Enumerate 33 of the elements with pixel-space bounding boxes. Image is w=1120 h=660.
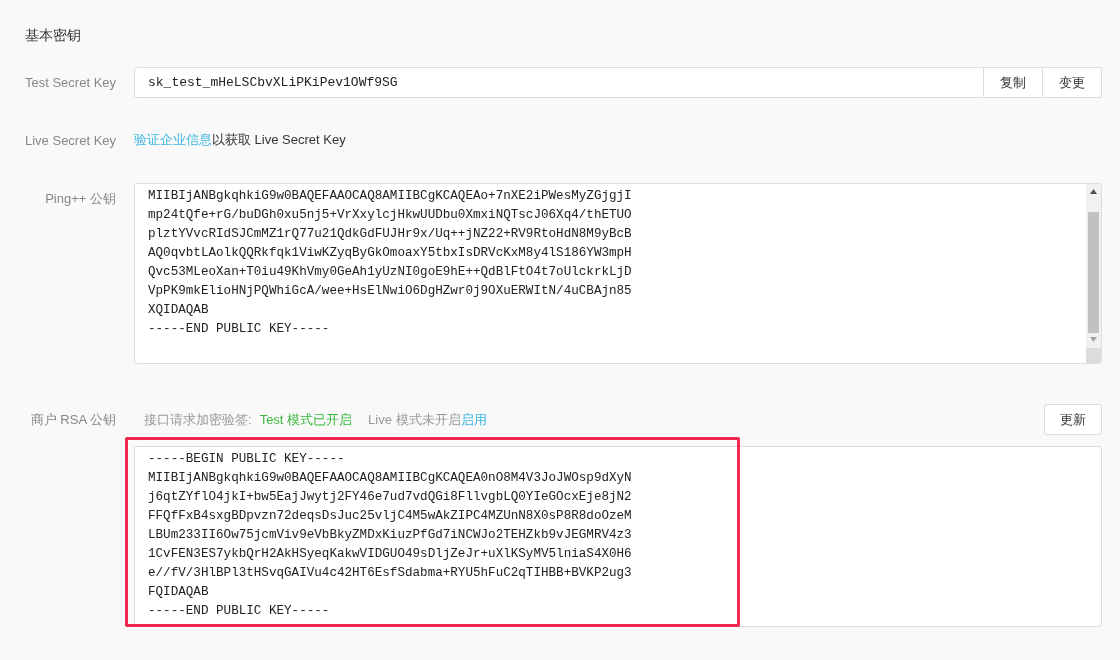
hint-text: 以获取 Live Secret Key bbox=[212, 132, 346, 147]
key-line: LBUm233II6Ow75jcmViv9eVbBkyZMDxKiuzPfGd7iNCWJo2TEHZkb9vJEGMRV4z3 bbox=[148, 527, 633, 544]
copy-button[interactable]: 复制 bbox=[984, 67, 1043, 98]
signing-label: 接口请求加密验签: bbox=[144, 410, 252, 429]
key-line: FFQfFxB4sxgBDpvzn72deqsDsJuc25vljC4M5wAkZIPC4MZUnN8X0sP8R8doOzeM bbox=[148, 508, 633, 525]
key-line: 1CvFEN3ES7ykbQrH2AkHSyeqKakwVIDGUO49sDljZeJr+uXlKSyMV5lniaS4X0H6 bbox=[148, 546, 633, 563]
key-line: XQIDAQAB bbox=[148, 302, 210, 319]
key-line: AQ0qvbtLAolkQQRkfqk1ViwKZyqByGkOmoaxY5tbxIsDRVcKxM8y4lS186YW3mpH bbox=[148, 245, 633, 262]
key-line: plztYVvcRIdSJCmMZ1rQ77u21QdkGdFUJHr9x/Uq++jNZ22+RV9RtoHdN8M9yBcB bbox=[148, 226, 633, 243]
key-line: -----END PUBLIC KEY----- bbox=[148, 321, 331, 338]
section-title: 基本密钥 bbox=[25, 27, 82, 45]
secret-key-field[interactable]: sk_test_mHeLSCbvXLiPKiPev1OWf9SG bbox=[134, 67, 984, 98]
key-line: e//fV/3HlBPl3tHSvqGAIVu4c42HT6EsfSdabma+RYU5hFuC2qTIHBB+BVKP2ug3 bbox=[148, 565, 633, 582]
change-button[interactable]: 变更 bbox=[1043, 67, 1102, 98]
key-line: FQIDAQAB bbox=[148, 584, 210, 601]
live-mode-status: Live 模式未开启 bbox=[368, 410, 461, 429]
update-button[interactable]: 更新 bbox=[1044, 404, 1102, 435]
test-mode-status: Test 模式已开启 bbox=[259, 410, 353, 429]
field-label: Test Secret Key bbox=[25, 75, 118, 90]
key-line: -----END PUBLIC KEY----- bbox=[148, 603, 331, 620]
key-line: MIIBIjANBgkqhkiG9w0BAQEFAAOCAQ8AMIIBCgKCAQEAo+7nXE2iPWesMyZGjgjI bbox=[148, 188, 633, 205]
field-label: Live Secret Key bbox=[25, 132, 118, 148]
field-label: 商户 RSA 公钥 bbox=[29, 410, 117, 429]
public-key-textarea[interactable] bbox=[134, 183, 1102, 364]
key-line: mp24tQfe+rG/buDGh0xu5nj5+VrXxylcjHkwUUDbu0XmxiNQTscJ06Xq4/thETUO bbox=[148, 207, 633, 224]
key-line: MIIBIjANBgkqhkiG9w0BAQEFAAOCAQ8AMIIBCgKCAQEA0nO8M4V3JoJWOsp9dXyN bbox=[148, 470, 633, 487]
scrollbar[interactable] bbox=[1086, 184, 1101, 363]
key-line: Qvc53MLeoXan+T0iu49KhVmy0GeAh1yUzNI0goE9hE++QdBlFtO4t7oUlckrkLjD bbox=[148, 264, 633, 281]
key-line: j6qtZYflO4jkI+bw5EajJwytj2FY46e7ud7vdQGi8FllvgbLQ0YIeGOcxEje8jN2 bbox=[148, 489, 633, 506]
public-key-textarea[interactable] bbox=[134, 446, 1102, 627]
field-label: Ping++ 公钥 bbox=[44, 190, 117, 208]
key-line: VpPK9mkElioHNjPQWhiGcA/wee+HsElNwiO6DgHZwr0j9OXuERWItN/4uCBAjn85 bbox=[148, 283, 633, 300]
key-line: -----BEGIN PUBLIC KEY----- bbox=[148, 451, 346, 468]
